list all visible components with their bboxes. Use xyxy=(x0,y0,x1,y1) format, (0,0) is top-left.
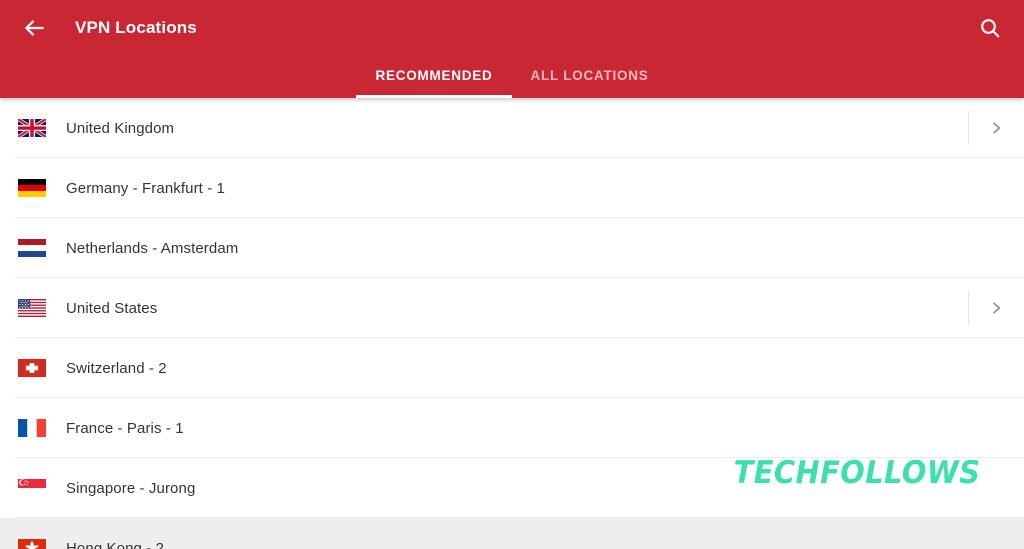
flag-uk-icon xyxy=(18,119,46,137)
arrow-left-icon xyxy=(21,15,47,41)
flag-france-icon xyxy=(18,419,46,437)
flag-switzerland-icon xyxy=(18,359,46,377)
vpn-locations-screen: VPN Locations RECOMMENDED ALL LOCATIONS xyxy=(0,0,1024,549)
list-item-label: Singapore - Jurong xyxy=(66,479,196,497)
list-item[interactable]: United Kingdom xyxy=(0,98,1024,158)
list-item-label: Hong Kong - 2 xyxy=(66,539,165,549)
app-bar: VPN Locations RECOMMENDED ALL LOCATIONS xyxy=(0,0,1024,98)
flag-hongkong-icon xyxy=(18,539,46,549)
tab-bar: RECOMMENDED ALL LOCATIONS xyxy=(0,56,1024,98)
tab-recommended[interactable]: RECOMMENDED xyxy=(356,56,512,98)
list-item[interactable]: Switzerland - 2 xyxy=(0,338,1024,398)
list-item[interactable]: France - Paris - 1 xyxy=(0,398,1024,458)
flag-germany-icon xyxy=(18,179,46,197)
flag-singapore-icon xyxy=(18,479,46,497)
search-button[interactable] xyxy=(968,6,1012,50)
tab-all-locations-label: ALL LOCATIONS xyxy=(530,68,649,83)
list-item-label: Germany - Frankfurt - 1 xyxy=(66,179,226,197)
back-button[interactable] xyxy=(12,6,56,50)
chevron-right-icon[interactable] xyxy=(968,278,1024,338)
list-item-label: United Kingdom xyxy=(66,119,175,137)
app-bar-top-row: VPN Locations xyxy=(0,0,1024,56)
search-icon xyxy=(978,16,1002,40)
list-item-label: France - Paris - 1 xyxy=(66,419,184,437)
list-item-label: United States xyxy=(66,299,158,317)
flag-usa-icon xyxy=(18,299,46,317)
list-item-label: Netherlands - Amsterdam xyxy=(66,239,239,257)
tab-recommended-label: RECOMMENDED xyxy=(375,68,493,83)
location-list[interactable]: United Kingdom Germany - Frankfurt - 1 N… xyxy=(0,98,1024,549)
tab-all-locations[interactable]: ALL LOCATIONS xyxy=(512,56,668,98)
chevron-right-icon[interactable] xyxy=(968,98,1024,158)
list-item[interactable]: Netherlands - Amsterdam xyxy=(0,218,1024,278)
list-item[interactable]: Germany - Frankfurt - 1 xyxy=(0,158,1024,218)
list-item[interactable]: Singapore - Jurong xyxy=(0,458,1024,518)
list-item-label: Switzerland - 2 xyxy=(66,359,167,377)
page-title: VPN Locations xyxy=(75,18,197,37)
list-item[interactable]: United States xyxy=(0,278,1024,338)
flag-netherlands-icon xyxy=(18,239,46,257)
list-item[interactable]: Hong Kong - 2 xyxy=(0,518,1024,549)
